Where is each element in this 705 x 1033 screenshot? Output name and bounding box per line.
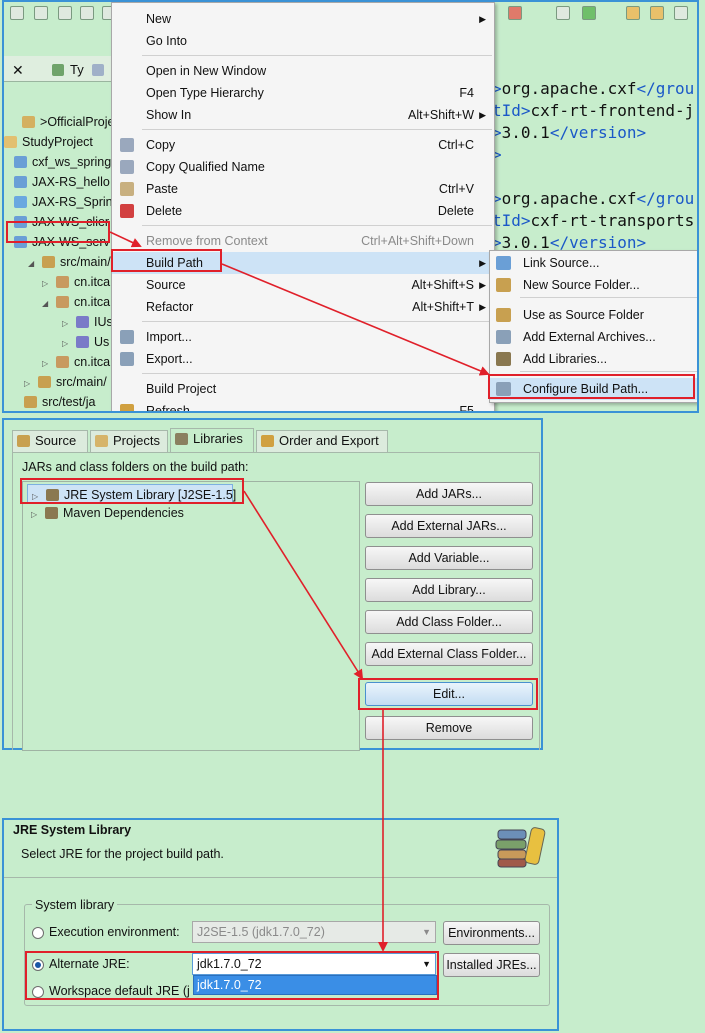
annotation-arrows xyxy=(109,231,490,952)
arrow-project-to-build-path xyxy=(109,231,142,248)
arrow-jre-to-edit xyxy=(243,490,364,680)
arrow-build-path-to-configure xyxy=(221,263,490,376)
